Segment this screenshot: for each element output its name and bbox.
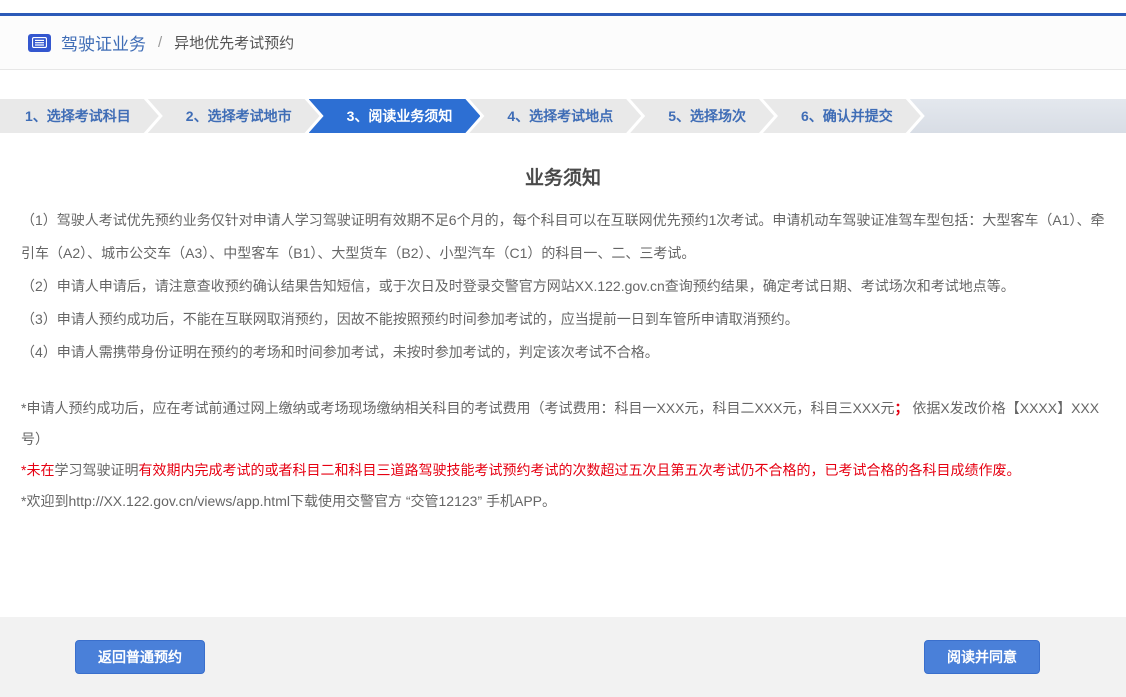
expiry-warning-note: *未在学习驾驶证明有效期内完成考试的或者科目二和科目三道路驾驶技能考试预约考试的… bbox=[21, 455, 1105, 486]
breadcrumb-separator: / bbox=[158, 34, 162, 51]
page-title: 业务须知 bbox=[21, 163, 1105, 190]
step-bar-filler bbox=[910, 99, 1126, 133]
breadcrumb: 驾驶证业务 / 异地优先考试预约 bbox=[0, 16, 1126, 70]
back-to-normal-booking-button[interactable]: 返回普通预约 bbox=[75, 640, 205, 674]
step-6-confirm-submit: 6、确认并提交 bbox=[763, 99, 921, 133]
notice-content: 业务须知 （1）驾驶人考试优先预约业务仅针对申请人学习驾驶证明有效期不足6个月的… bbox=[0, 163, 1126, 517]
notice-paragraph-1: （1）驾驶人考试优先预约业务仅针对申请人学习驾驶证明有效期不足6个月的，每个科目… bbox=[21, 204, 1105, 270]
notice-paragraph-3: （3）申请人预约成功后，不能在互联网取消预约，因故不能按照预约时间参加考试的，应… bbox=[21, 303, 1105, 336]
fee-note: *申请人预约成功后，应在考试前通过网上缴纳或考场现场缴纳相关科目的考试费用（考试… bbox=[21, 393, 1105, 455]
read-and-agree-button[interactable]: 阅读并同意 bbox=[924, 640, 1040, 674]
app-download-note: *欢迎到http://XX.122.gov.cn/views/app.html下… bbox=[21, 486, 1105, 517]
step-1-select-subject: 1、选择考试科目 bbox=[0, 99, 159, 133]
notice-star-notes: *申请人预约成功后，应在考试前通过网上缴纳或考场现场缴纳相关科目的考试费用（考试… bbox=[21, 393, 1105, 517]
notice-paragraph-2: （2）申请人申请后，请注意查收预约确认结果告知短信，或于次日及时登录交警官方网站… bbox=[21, 270, 1105, 303]
step-5-select-session: 5、选择场次 bbox=[630, 99, 774, 133]
top-margin bbox=[0, 0, 1126, 13]
breadcrumb-section-link[interactable]: 驾驶证业务 bbox=[61, 30, 146, 55]
notice-paragraph-4: （4）申请人需携带身份证明在预约的考场和时间参加考试，未按时参加考试的，判定该次… bbox=[21, 336, 1105, 369]
list-menu-icon bbox=[28, 34, 51, 52]
breadcrumb-current-page: 异地优先考试预约 bbox=[174, 32, 294, 53]
step-3-read-notice: 3、阅读业务须知 bbox=[309, 99, 481, 133]
notice-paragraphs: （1）驾驶人考试优先预约业务仅针对申请人学习驾驶证明有效期不足6个月的，每个科目… bbox=[21, 204, 1105, 369]
step-progress-bar: 1、选择考试科目 2、选择考试地市 3、阅读业务须知 4、选择考试地点 5、选择… bbox=[0, 99, 1126, 133]
step-4-select-site: 4、选择考试地点 bbox=[469, 99, 641, 133]
footer-action-bar: 返回普通预约 阅读并同意 bbox=[0, 617, 1126, 697]
step-2-select-city: 2、选择考试地市 bbox=[148, 99, 320, 133]
